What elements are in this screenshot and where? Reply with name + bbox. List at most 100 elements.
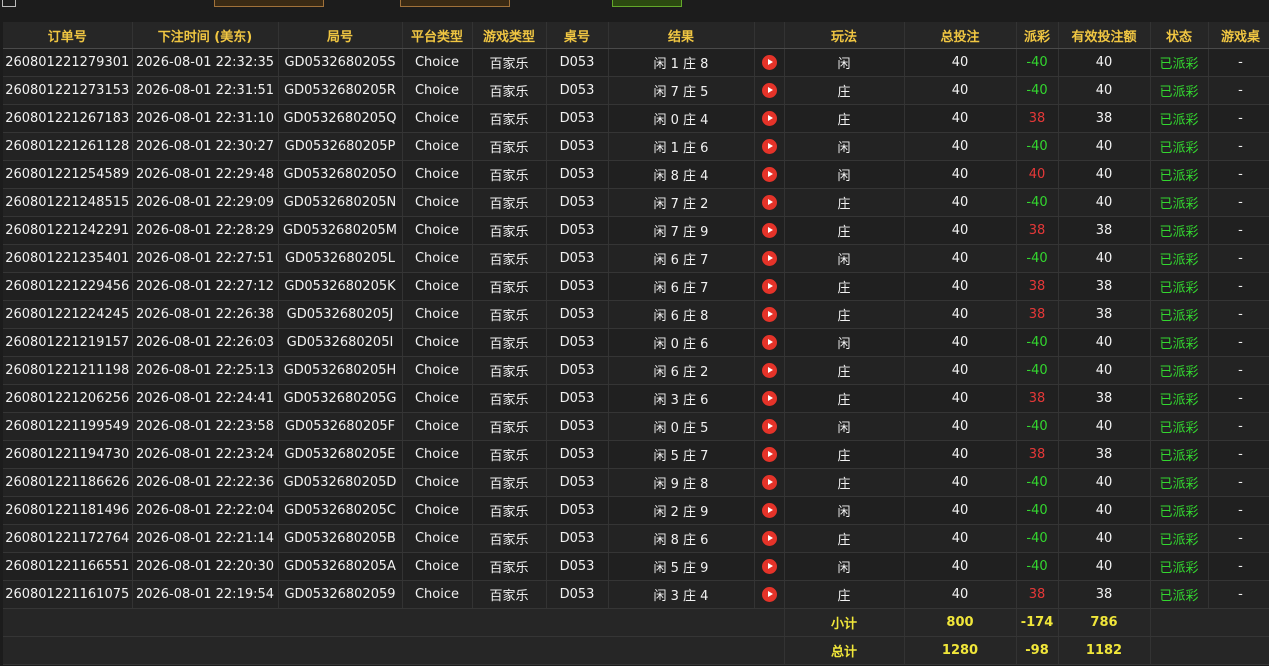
play-video-icon[interactable] [761,447,777,462]
play-video-icon[interactable] [761,503,777,518]
status-cell: 已派彩 [1150,328,1209,357]
order-no-cell: 260801221248515 [3,188,133,217]
order-no-cell: 260801221194730 [3,440,133,469]
game-table-cell: - [1208,468,1269,497]
valid-bet-cell: 40 [1058,160,1151,189]
total-bet-cell: 40 [904,580,1017,609]
replay-cell [754,160,785,189]
play-video-icon[interactable] [761,419,777,434]
play-video-icon[interactable] [761,587,777,602]
valid-bet-cell: 40 [1058,356,1151,385]
round-no-cell: GD0532680205P [278,132,403,161]
subtotal-label: 小计 [784,608,905,637]
total-payout: -98 [1016,636,1059,665]
bet-time-cell: 2026-08-01 22:31:51 [132,76,279,105]
status-cell: 已派彩 [1150,440,1209,469]
round-no-cell: GD0532680205A [278,552,403,581]
col-total-bet: 总投注 [904,22,1017,49]
play-type-cell: 庄 [784,272,905,301]
play-video-icon[interactable] [761,55,777,70]
game-type-cell: 百家乐 [472,496,547,525]
order-no-cell: 260801221206256 [3,384,133,413]
table-no-cell: D053 [546,356,609,385]
valid-bet-cell: 40 [1058,48,1151,77]
order-no-cell: 260801221235401 [3,244,133,273]
play-type-cell: 庄 [784,216,905,245]
game-table-cell: - [1208,104,1269,133]
round-no-cell: GD05326802059 [278,580,403,609]
platform-cell: Choice [402,524,473,553]
table-row: 260801221199549 2026-08-01 22:23:58 GD0532… [3,412,1269,441]
status-cell: 已派彩 [1150,48,1209,77]
result-cell: 闲 5 庄 9 [608,552,755,581]
table-no-cell: D053 [546,272,609,301]
col-play-type: 玩法 [784,22,905,49]
play-video-icon[interactable] [761,223,777,238]
status-cell: 已派彩 [1150,580,1209,609]
table-no-cell: D053 [546,48,609,77]
round-no-cell: GD0532680205Q [278,104,403,133]
game-type-cell: 百家乐 [472,216,547,245]
platform-cell: Choice [402,356,473,385]
total-bet-cell: 40 [904,440,1017,469]
play-video-icon[interactable] [761,139,777,154]
play-video-icon[interactable] [761,363,777,378]
valid-bet-cell: 40 [1058,188,1151,217]
platform-cell: Choice [402,496,473,525]
play-video-icon[interactable] [761,559,777,574]
result-cell: 闲 7 庄 2 [608,188,755,217]
col-result: 结果 [608,22,755,49]
status-cell: 已派彩 [1150,412,1209,441]
replay-cell [754,524,785,553]
calendar-icon[interactable] [2,0,16,7]
play-type-cell: 庄 [784,468,905,497]
play-video-icon[interactable] [761,335,777,350]
date-start-button[interactable] [214,0,324,7]
table-no-cell: D053 [546,160,609,189]
search-button[interactable] [612,0,682,7]
order-no-cell: 260801221224245 [3,300,133,329]
bet-time-cell: 2026-08-01 22:19:54 [132,580,279,609]
play-video-icon[interactable] [761,167,777,182]
payout-cell: -40 [1016,76,1059,105]
date-end-button[interactable] [400,0,510,7]
top-toolbar [0,0,1269,20]
play-video-icon[interactable] [761,111,777,126]
game-table-cell: - [1208,76,1269,105]
platform-cell: Choice [402,552,473,581]
status-cell: 已派彩 [1150,356,1209,385]
payout-cell: -40 [1016,552,1059,581]
replay-cell [754,244,785,273]
play-video-icon[interactable] [761,531,777,546]
replay-cell [754,356,785,385]
game-type-cell: 百家乐 [472,356,547,385]
payout-cell: -40 [1016,188,1059,217]
game-table-cell: - [1208,356,1269,385]
game-table-cell: - [1208,552,1269,581]
platform-cell: Choice [402,160,473,189]
play-video-icon[interactable] [761,475,777,490]
play-video-icon[interactable] [761,195,777,210]
table-header-row: 订单号 下注时间 (美东) 局号 平台类型 游戏类型 桌号 结果 玩法 总投注 … [3,22,1269,49]
bet-time-cell: 2026-08-01 22:32:35 [132,48,279,77]
result-cell: 闲 7 庄 9 [608,216,755,245]
game-type-cell: 百家乐 [472,328,547,357]
total-bet-cell: 40 [904,412,1017,441]
play-video-icon[interactable] [761,391,777,406]
play-video-icon[interactable] [761,83,777,98]
table-row: 260801221242291 2026-08-01 22:28:29 GD0532… [3,216,1269,245]
total-bet: 1280 [904,636,1017,665]
replay-cell [754,48,785,77]
table-no-cell: D053 [546,524,609,553]
total-bet-cell: 40 [904,272,1017,301]
table-row: 260801221166551 2026-08-01 22:20:30 GD0532… [3,552,1269,581]
play-type-cell: 庄 [784,524,905,553]
play-video-icon[interactable] [761,279,777,294]
total-bet-cell: 40 [904,76,1017,105]
bet-time-cell: 2026-08-01 22:20:30 [132,552,279,581]
payout-cell: 38 [1016,440,1059,469]
platform-cell: Choice [402,440,473,469]
play-video-icon[interactable] [761,251,777,266]
play-video-icon[interactable] [761,307,777,322]
game-type-cell: 百家乐 [472,244,547,273]
